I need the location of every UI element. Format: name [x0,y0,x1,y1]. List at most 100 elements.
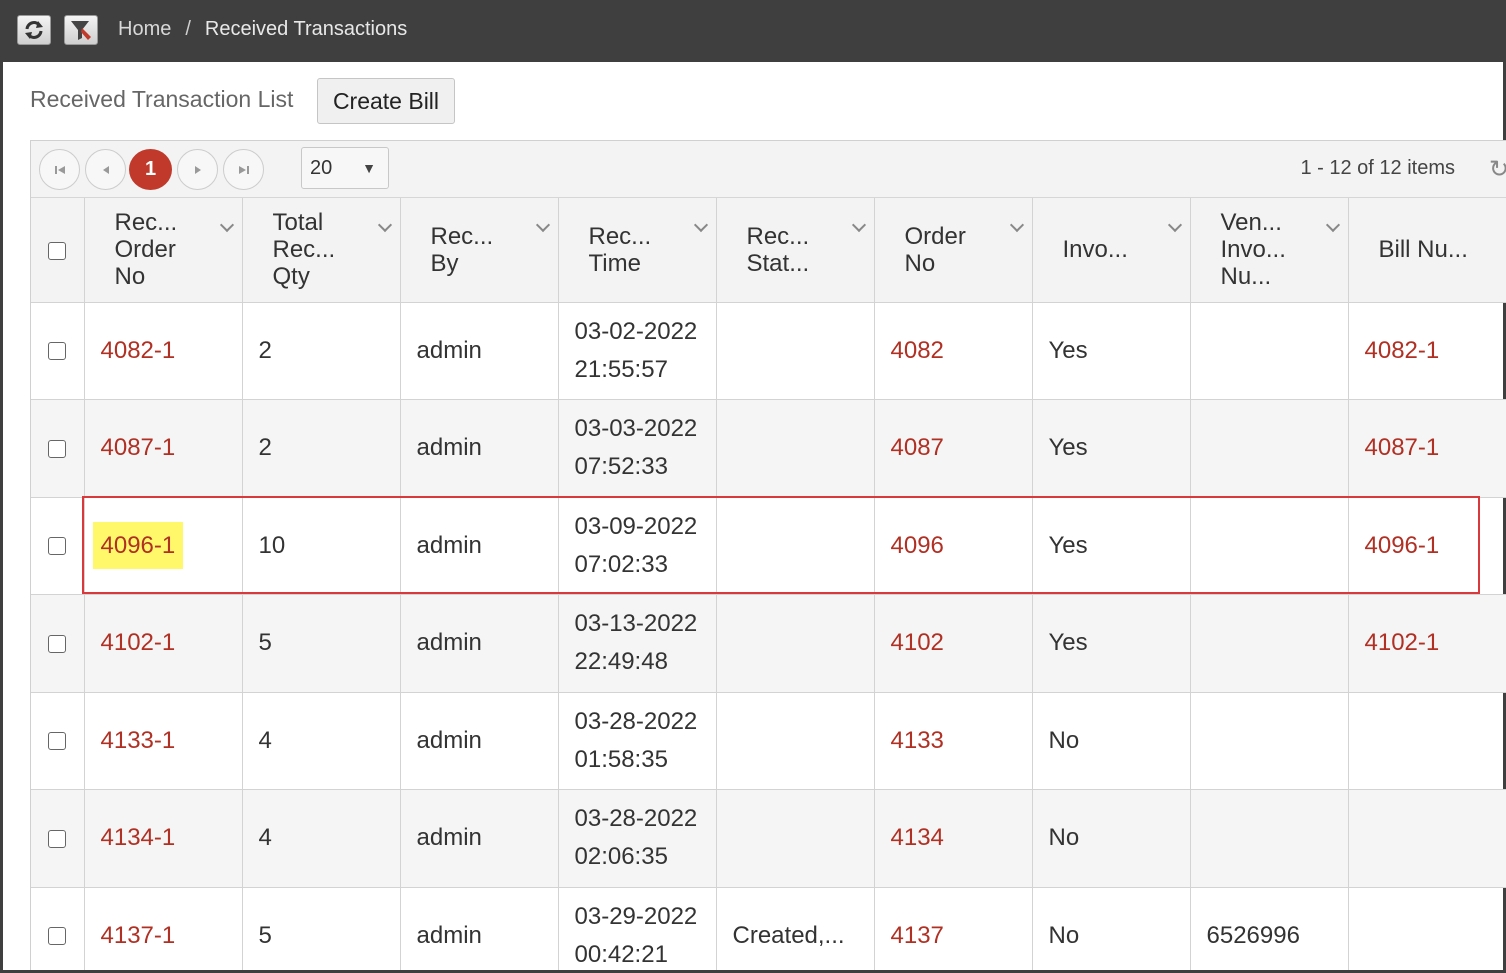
bill-no-cell [1348,789,1506,888]
rec-order-no-link[interactable]: 4133-1 [101,727,176,754]
invoiced-cell: No [1032,692,1191,790]
bill-no-cell: 4096-1 [1348,497,1506,595]
order-no-link[interactable]: 4102 [891,629,944,656]
rec-time-cell: 03-29-2022 00:42:21 [558,887,717,970]
table-row[interactable]: 4096-1 10 admin 03-09-2022 07:02:33 4096 Yes 40… [31,497,1506,595]
rec-date: 03-09-2022 [574,512,698,540]
bill-no-link[interactable]: 4087-1 [1365,434,1440,461]
order-no-link[interactable]: 4096 [891,532,944,559]
rec-date: 03-03-2022 [574,415,698,443]
qty-cell: 4 [242,692,401,790]
rec-order-no-link[interactable]: 4102-1 [101,629,176,656]
refresh-button[interactable] [17,15,51,45]
rec-order-no-link[interactable]: 4082-1 [101,337,176,364]
column-label: Bill Nu... [1378,236,1468,264]
next-page-button[interactable] [177,149,218,190]
rec-time: 22:49:48 [574,648,668,676]
table-row[interactable]: 4087-1 2 admin 03-03-2022 07:52:33 4087 Yes 408… [31,399,1506,498]
rec-time-cell: 03-03-2022 07:52:33 [558,399,717,498]
first-page-button[interactable] [39,149,80,190]
bill-no-cell: 4102-1 [1348,594,1506,693]
rec-status-cell [716,692,875,790]
chevron-down-icon[interactable] [1009,217,1024,233]
row-checkbox[interactable] [48,439,67,458]
order-no-cell: 4133 [874,692,1033,790]
qty-cell: 2 [242,399,401,498]
create-bill-button[interactable]: Create Bill [317,78,455,124]
column-header[interactable]: Invo... [1032,198,1191,303]
rec-order-no-link[interactable]: 4134-1 [101,824,176,851]
chevron-down-icon[interactable] [1325,217,1340,233]
column-label: Rec... Time [588,222,652,277]
grid-refresh-icon[interactable]: ↻ [1489,155,1506,184]
column-header[interactable]: Order No [874,198,1033,303]
bill-no-link[interactable]: 4102-1 [1365,629,1440,656]
column-header[interactable]: Bill Nu... [1348,198,1506,303]
column-header[interactable]: Rec... By [400,198,559,303]
bill-no-link[interactable]: 4082-1 [1365,337,1440,364]
first-page-icon [54,165,65,174]
row-checkbox[interactable] [48,732,67,751]
column-header[interactable]: Rec... Time [558,198,717,303]
column-header[interactable]: Rec... Order No [84,198,243,303]
rec-order-no-link[interactable]: 4087-1 [101,434,176,461]
column-label: Invo... [1062,236,1128,264]
current-page[interactable]: 1 [129,149,172,190]
prev-page-button[interactable] [85,149,126,190]
breadcrumb-current: Received Transactions [204,18,408,40]
rec-date: 03-29-2022 [574,902,698,930]
rec-time-cell: 03-13-2022 22:49:48 [558,594,717,693]
row-checkbox[interactable] [48,927,67,946]
refresh-icon [25,21,43,39]
row-checkbox[interactable] [48,829,67,848]
row-checkbox[interactable] [48,537,67,556]
rec-date: 03-13-2022 [574,610,698,638]
breadcrumb-home[interactable]: Home [118,18,171,41]
column-header[interactable]: Rec... Stat... [716,198,875,303]
chevron-down-icon[interactable] [851,217,866,233]
table-row[interactable]: 4082-1 2 admin 03-02-2022 21:55:57 4082 Yes 408… [31,302,1506,400]
rec-by-cell: admin [400,594,559,693]
rec-date: 03-28-2022 [574,805,698,833]
pager: 1 20 ▼ 1 - 12 of 12 items ↻ [31,141,1506,198]
rec-time: 07:02:33 [574,550,668,578]
table-row[interactable]: 4134-1 4 admin 03-28-2022 02:06:35 4134 No [31,789,1506,888]
rec-order-no-cell: 4134-1 [84,789,243,888]
vendor-invoice-cell: 6526996 [1190,887,1349,970]
chevron-down-icon[interactable] [693,217,708,233]
rec-order-no-cell: 4133-1 [84,692,243,790]
order-no-link[interactable]: 4087 [891,434,944,461]
rec-order-no-link[interactable]: 4137-1 [101,922,176,949]
chevron-down-icon[interactable] [219,217,234,233]
column-label: Ven... Invo... Nu... [1220,209,1286,291]
page-size-select[interactable]: 20 ▼ [301,147,389,189]
rec-by-cell: admin [400,789,559,888]
row-checkbox[interactable] [48,342,67,361]
order-no-link[interactable]: 4137 [891,922,944,949]
filter-button[interactable] [64,15,98,45]
order-no-link[interactable]: 4133 [891,727,944,754]
invoiced-cell: No [1032,789,1191,888]
column-header[interactable]: Total Rec... Qty [242,198,401,303]
column-header[interactable]: Ven... Invo... Nu... [1190,198,1349,303]
order-no-link[interactable]: 4082 [891,337,944,364]
chevron-down-icon[interactable] [1167,217,1182,233]
table-row[interactable]: 4102-1 5 admin 03-13-2022 22:49:48 4102 Yes 410… [31,594,1506,693]
rec-order-no-link[interactable]: 4096-1 [92,521,184,569]
qty-cell: 5 [242,887,401,970]
top-bar: Home / Received Transactions [0,0,1506,62]
chevron-down-icon[interactable] [535,217,550,233]
order-no-cell: 4087 [874,399,1033,498]
order-no-cell: 4096 [874,497,1033,595]
rec-time: 07:52:33 [574,453,668,481]
order-no-link[interactable]: 4134 [891,824,944,851]
select-all-checkbox[interactable] [48,241,67,260]
last-page-button[interactable] [223,149,264,190]
table-row[interactable]: 4133-1 4 admin 03-28-2022 01:58:35 4133 No [31,692,1506,790]
chevron-down-icon[interactable] [377,217,392,233]
rec-time: 00:42:21 [574,940,668,968]
rec-date: 03-28-2022 [574,707,698,735]
row-checkbox[interactable] [48,634,67,653]
bill-no-link[interactable]: 4096-1 [1365,532,1440,559]
table-row[interactable]: 4137-1 5 admin 03-29-2022 00:42:21 Created,..… [31,887,1506,970]
